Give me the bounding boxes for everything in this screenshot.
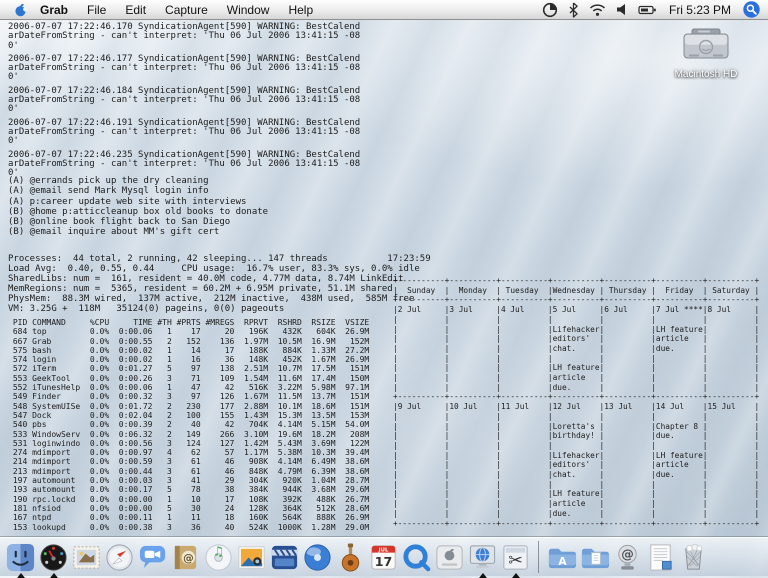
svg-text:@: @ xyxy=(183,551,194,564)
finder-icon xyxy=(5,542,36,573)
geektool-todo-list: (A) @errands pick up the dry cleaning (A… xyxy=(8,176,268,238)
dock-ichat[interactable] xyxy=(137,542,168,573)
apple-menu-icon[interactable] xyxy=(13,2,28,18)
dock-ical[interactable]: JUL17 xyxy=(368,542,399,573)
app-menus: Grab File Edit Capture Window Help xyxy=(40,3,313,17)
geektool-process-table: PID COMMAND %CPU TIME #TH #PRTS #MREGS R… xyxy=(8,318,369,532)
dock-at-stamp[interactable]: @ xyxy=(612,542,643,573)
dock-quicktime[interactable] xyxy=(401,542,432,573)
desktop-icon-label: Macintosh HD xyxy=(660,69,752,80)
mail-icon xyxy=(71,542,102,573)
bluetooth-icon[interactable] xyxy=(568,2,579,18)
dock-mail[interactable] xyxy=(71,542,102,573)
svg-text:@: @ xyxy=(621,546,634,561)
log-entry: 2006-07-07 17:22:46.170 SyndicationAgent… xyxy=(8,23,360,51)
hard-drive-icon xyxy=(681,28,731,62)
menu-edit[interactable]: Edit xyxy=(125,3,146,17)
documents-folder-icon xyxy=(579,542,610,573)
dock-address-book[interactable]: @ xyxy=(170,542,201,573)
dock-finder[interactable] xyxy=(5,542,36,573)
menu-help[interactable]: Help xyxy=(288,3,313,17)
battery-icon[interactable] xyxy=(638,3,657,17)
menu-extras: Fri 5:23 PM xyxy=(542,1,768,18)
idvd-icon xyxy=(302,542,333,573)
spotlight-icon[interactable] xyxy=(743,1,760,18)
address-book-icon: @ xyxy=(170,542,201,573)
geektool-system-stats: Processes: 44 total, 2 running, 42 sleep… xyxy=(8,254,431,314)
dock-itunes[interactable]: ♫ xyxy=(203,542,234,573)
at-stamp-icon: @ xyxy=(612,542,643,573)
dock-system-preferences[interactable] xyxy=(434,542,465,573)
log-entry: 2006-07-07 17:22:46.177 SyndicationAgent… xyxy=(8,55,360,83)
svg-text:♫: ♫ xyxy=(213,543,224,558)
svg-text:✂: ✂ xyxy=(508,551,523,571)
geektool-syslog: 2006-07-07 17:22:46.170 SyndicationAgent… xyxy=(8,23,360,182)
itunes-icon: ♫ xyxy=(203,542,234,573)
log-entry: 2006-07-07 17:22:46.184 SyndicationAgent… xyxy=(8,87,360,115)
dock-grab[interactable]: ✂ xyxy=(500,542,531,573)
dock-document[interactable] xyxy=(645,542,676,573)
system-preferences-icon xyxy=(434,542,465,573)
desktop-icon-macintosh-hd[interactable]: Macintosh HD xyxy=(660,28,752,80)
menu-clock[interactable]: Fri 5:23 PM xyxy=(669,3,731,17)
dock-garageband[interactable] xyxy=(335,542,366,573)
dock-idvd[interactable] xyxy=(302,542,333,573)
dock-safari[interactable] xyxy=(104,542,135,573)
log-entry: 2006-07-07 17:22:46.235 SyndicationAgent… xyxy=(8,151,360,179)
iphoto-icon xyxy=(236,542,267,573)
menu-capture[interactable]: Capture xyxy=(165,3,208,17)
document-icon xyxy=(645,542,676,573)
trash-icon xyxy=(678,542,709,573)
classic-menu-icon[interactable] xyxy=(542,2,558,18)
svg-text:17: 17 xyxy=(375,554,393,569)
ical-icon: JUL17 xyxy=(368,542,399,573)
dock-trash[interactable] xyxy=(678,542,709,573)
internet-connect-icon xyxy=(467,542,498,573)
svg-text:A: A xyxy=(558,554,567,567)
log-entry: 2006-07-07 17:22:46.191 SyndicationAgent… xyxy=(8,119,360,147)
dock-applications-folder[interactable]: A xyxy=(546,542,577,573)
airport-icon[interactable] xyxy=(589,2,606,17)
safari-icon xyxy=(104,542,135,573)
menu-file[interactable]: File xyxy=(87,3,106,17)
dock: @ ♫ JUL17 ✂ A @ xyxy=(0,537,768,576)
dock-documents-folder[interactable] xyxy=(579,542,610,573)
volume-icon[interactable] xyxy=(616,2,628,17)
geektool-calendar: +----------+----------+----------+------… xyxy=(393,276,759,528)
ichat-icon xyxy=(137,542,168,573)
grab-icon: ✂ xyxy=(500,542,531,573)
dock-separator xyxy=(538,541,539,573)
imovie-icon xyxy=(269,542,300,573)
dock-imovie[interactable] xyxy=(269,542,300,573)
dashboard-icon xyxy=(38,542,69,573)
applications-folder-icon: A xyxy=(546,542,577,573)
svg-text:JUL: JUL xyxy=(378,547,389,553)
dock-internet-connect[interactable] xyxy=(467,542,498,573)
dock-iphoto[interactable] xyxy=(236,542,267,573)
quicktime-icon xyxy=(401,542,432,573)
menu-window[interactable]: Window xyxy=(227,3,270,17)
menu-bar: Grab File Edit Capture Window Help xyxy=(0,0,768,20)
menu-grab[interactable]: Grab xyxy=(40,3,68,17)
garageband-icon xyxy=(335,542,366,573)
dock-dashboard[interactable] xyxy=(38,542,69,573)
